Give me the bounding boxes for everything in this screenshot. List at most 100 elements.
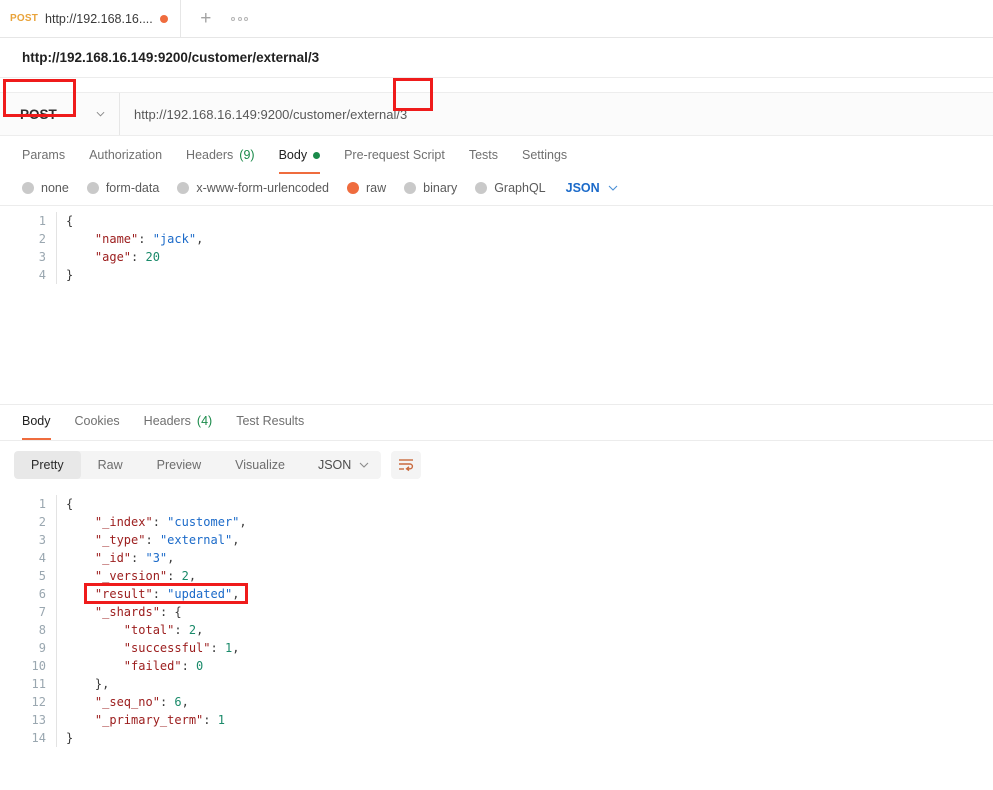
body-format-select[interactable]: JSON	[566, 181, 618, 195]
response-code-lines[interactable]: { "_index": "customer", "_type": "extern…	[56, 489, 993, 747]
response-body-viewer[interactable]: 1 2 3 4 5 6 7 8 9 10 11 12 13 14 { "_index": "custome…	[0, 489, 993, 761]
request-title-row: http://192.168.16.149:9200/customer/exte…	[0, 38, 993, 78]
code-line: "result": "updated",	[56, 585, 993, 603]
response-tab-test-results[interactable]: Test Results	[224, 402, 316, 440]
body-type-graphql-label: GraphQL	[494, 181, 546, 195]
body-type-form-data[interactable]: form-data	[86, 181, 159, 195]
code-line: "_seq_no": 6,	[56, 693, 993, 711]
response-tab-headers[interactable]: Headers (4)	[132, 402, 225, 440]
tab-tests[interactable]: Tests	[457, 136, 510, 174]
body-type-raw[interactable]: raw	[347, 181, 386, 195]
line-number: 2	[38, 515, 46, 529]
fold-guide	[56, 567, 57, 585]
body-type-raw-label: raw	[366, 181, 387, 195]
radio-selected-icon	[347, 182, 359, 194]
unsaved-dot-icon	[159, 14, 168, 23]
response-tab-cookies-label: Cookies	[74, 414, 120, 428]
response-tab-headers-count: (4)	[196, 414, 213, 428]
chevron-down-icon	[608, 185, 618, 191]
view-mode-preview[interactable]: Preview	[140, 451, 218, 479]
fold-guide	[56, 212, 57, 230]
view-mode-visualize-label: Visualize	[235, 458, 285, 472]
chevron-down-icon	[96, 111, 105, 117]
code-line: "_id": "3",	[56, 549, 993, 567]
line-number: 1	[38, 497, 46, 511]
code-line: "successful": 1,	[56, 639, 993, 657]
line-number: 9	[38, 641, 46, 655]
http-method-select[interactable]: POST	[0, 93, 120, 135]
response-tab-cookies[interactable]: Cookies	[63, 402, 132, 440]
view-mode-raw[interactable]: Raw	[81, 451, 140, 479]
tab-method-label: POST	[10, 13, 39, 24]
fold-guide	[56, 549, 57, 567]
line-number: 5	[38, 569, 46, 583]
tab-params[interactable]: Params	[10, 136, 77, 174]
body-type-none[interactable]: none	[22, 181, 69, 195]
response-view-mode-group: Pretty Raw Preview Visualize JSON	[14, 451, 382, 479]
line-number: 4	[38, 551, 46, 565]
tab-authorization[interactable]: Authorization	[77, 136, 174, 174]
code-line: }	[56, 729, 993, 747]
code-line: {	[56, 212, 993, 230]
view-mode-pretty-label: Pretty	[31, 458, 64, 472]
body-type-binary-label: binary	[423, 181, 458, 195]
radio-icon	[22, 182, 34, 194]
line-number: 1	[38, 214, 46, 228]
tab-headers[interactable]: Headers (9)	[174, 136, 267, 174]
body-type-graphql[interactable]: GraphQL	[475, 181, 546, 195]
view-mode-pretty[interactable]: Pretty	[14, 451, 81, 479]
request-body-editor[interactable]: 1 2 3 4 { "name": "jack", "age": 20}	[0, 205, 993, 405]
response-code-area: 1 2 3 4 5 6 7 8 9 10 11 12 13 14 { "_index": "custome…	[0, 489, 993, 747]
body-type-binary[interactable]: binary	[404, 181, 457, 195]
request-tab[interactable]: POST http://192.168.16....	[0, 0, 181, 37]
line-number: 4	[38, 268, 46, 282]
tab-bar: POST http://192.168.16.... +	[0, 0, 993, 38]
body-type-selector: none form-data x-www-form-urlencoded raw…	[0, 174, 993, 205]
line-number: 3	[38, 533, 46, 547]
fold-guide	[56, 639, 57, 657]
radio-icon	[475, 182, 488, 194]
plus-icon: +	[200, 8, 212, 29]
fold-guide	[56, 693, 57, 711]
body-has-content-icon	[313, 151, 321, 159]
fold-guide	[56, 657, 57, 675]
fold-guide	[56, 621, 57, 639]
line-number: 6	[38, 587, 46, 601]
code-line: "failed": 0	[56, 657, 993, 675]
page-title: http://192.168.16.149:9200/customer/exte…	[22, 50, 320, 65]
code-line: "total": 2,	[56, 621, 993, 639]
tab-tests-label: Tests	[468, 148, 498, 162]
fold-guide	[56, 603, 57, 621]
fold-guide	[56, 729, 57, 747]
fold-guide	[56, 495, 57, 513]
body-format-label: JSON	[565, 181, 600, 195]
request-code-lines[interactable]: { "name": "jack", "age": 20}	[56, 206, 993, 284]
tab-headers-label: Headers	[186, 148, 234, 162]
wrap-text-icon	[399, 459, 414, 472]
fold-guide	[56, 248, 57, 266]
radio-icon	[404, 182, 417, 194]
view-mode-visualize[interactable]: Visualize	[218, 451, 302, 479]
url-input[interactable]: http://192.168.16.149:9200/customer/exte…	[120, 93, 993, 135]
line-number: 3	[38, 250, 46, 264]
tab-authorization-label: Authorization	[89, 148, 163, 162]
response-format-select[interactable]: JSON	[302, 451, 381, 479]
tab-title-label: http://192.168.16....	[45, 11, 153, 26]
line-number: 11	[31, 677, 46, 691]
code-line: {	[56, 495, 993, 513]
radio-icon	[177, 182, 190, 194]
new-tab-button[interactable]: +	[191, 5, 221, 33]
code-line: }	[56, 266, 993, 284]
tab-body[interactable]: Body	[267, 136, 333, 174]
response-tab-body[interactable]: Body	[10, 402, 63, 440]
tab-settings[interactable]: Settings	[510, 136, 579, 174]
chevron-down-icon	[359, 462, 369, 468]
tab-pre-request-script[interactable]: Pre-request Script	[332, 136, 457, 174]
wrap-text-button[interactable]	[391, 451, 422, 479]
code-line: },	[56, 675, 993, 693]
view-mode-preview-label: Preview	[156, 458, 202, 472]
body-type-urlencoded-label: x-www-form-urlencoded	[196, 181, 329, 195]
code-line: "_type": "external",	[56, 531, 993, 549]
body-type-urlencoded[interactable]: x-www-form-urlencoded	[177, 181, 329, 195]
tab-options-button[interactable]	[225, 5, 255, 33]
